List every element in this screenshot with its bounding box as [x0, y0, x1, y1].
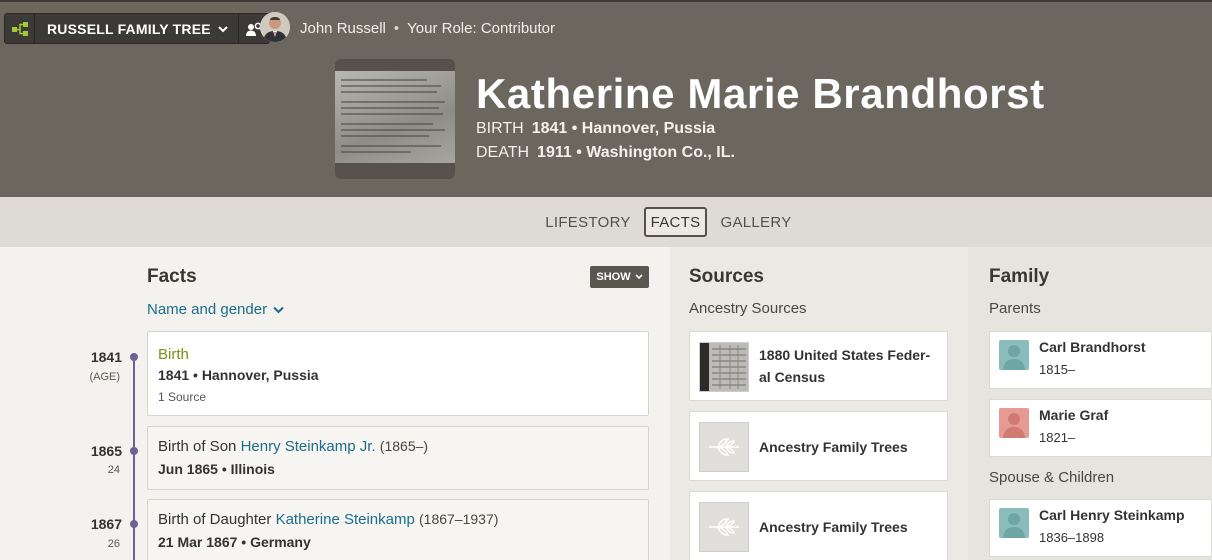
family-card-spouse[interactable]: Carl Henry Steinkamp 1836–1898 — [989, 499, 1212, 557]
census-document-icon — [700, 343, 748, 391]
family-member-dates: 1821– — [1039, 430, 1076, 445]
family-card-mother[interactable]: Marie Graf 1821– — [989, 399, 1212, 457]
source-title-line: 1880 United States Feder- — [759, 347, 931, 363]
person-name: Katherine Marie Brandhorst — [476, 70, 1045, 117]
profile-photo[interactable] — [335, 59, 455, 179]
birth-summary: BIRTH 1841 • Hannover, Pussia — [476, 120, 715, 138]
death-value: 1911 • Washington Co., IL. — [537, 144, 735, 161]
source-card-family-trees[interactable]: Ancestry Family Trees — [689, 491, 948, 560]
death-summary: DEATH 1911 • Washington Co., IL. — [476, 144, 735, 162]
family-card-father[interactable]: Carl Brandhorst 1815– — [989, 331, 1212, 389]
event-age: (AGE) — [89, 371, 120, 383]
ancestry-leaf-thumbnail — [699, 502, 749, 552]
census-thumbnail — [699, 342, 749, 392]
user-avatar[interactable] — [260, 12, 290, 42]
family-tree-icon — [11, 21, 28, 36]
birth-value: 1841 • Hannover, Pussia — [531, 120, 716, 137]
show-label: SHOW — [596, 271, 631, 283]
fact-title-prefix: Birth of Son — [158, 438, 237, 455]
tree-switcher: RUSSELL FAMILY TREE — [4, 13, 270, 44]
facts-heading: Facts — [147, 266, 197, 287]
ancestry-leaf-icon — [709, 438, 739, 456]
user-role: Your Role: Contributor — [407, 20, 556, 37]
chevron-down-icon — [273, 306, 284, 313]
fact-card-birth[interactable]: Birth 1841 • Hannover, Pussia 1 Source — [147, 331, 649, 416]
user-info: John Russell • Your Role: Contributor — [300, 20, 555, 37]
fact-lifespan: (1865–) — [379, 438, 429, 454]
family-member-dates: 1815– — [1039, 362, 1076, 377]
name-and-gender-label: Name and gender — [147, 301, 268, 318]
source-card-census[interactable]: 1880 United States Feder- al Census — [689, 331, 948, 401]
ancestry-leaf-icon — [709, 518, 739, 536]
name-and-gender-toggle[interactable]: Name and gender — [147, 301, 284, 318]
source-card-family-trees[interactable]: Ancestry Family Trees — [689, 411, 948, 481]
source-title: Ancestry Family Trees — [759, 519, 908, 535]
user-name[interactable]: John Russell — [300, 20, 386, 37]
fact-title: Birth of Son Henry Steinkamp Jr. (1865–) — [158, 438, 428, 455]
fact-lifespan: (1867–1937) — [419, 511, 499, 527]
person-link[interactable]: Henry Steinkamp Jr. — [241, 438, 376, 455]
fact-detail: Jun 1865 • Illinois — [158, 461, 275, 477]
profile-tabs: LIFESTORY FACTS GALLERY — [0, 197, 1212, 247]
ancestry-sources-label: Ancestry Sources — [689, 300, 807, 317]
fact-title: Birth — [158, 346, 189, 363]
tree-name-dropdown[interactable]: RUSSELL FAMILY TREE — [35, 14, 239, 43]
female-avatar-icon — [999, 408, 1029, 438]
separator-dot: • — [393, 20, 400, 37]
timeline-dot — [130, 353, 138, 361]
show-button[interactable]: SHOW — [590, 266, 649, 288]
family-member-name: Marie Graf — [1039, 407, 1109, 423]
ancestry-leaf-thumbnail — [699, 422, 749, 472]
family-member-name: Carl Henry Steinkamp — [1039, 507, 1185, 523]
male-avatar-icon — [999, 340, 1029, 370]
fact-card-son-birth[interactable]: Birth of Son Henry Steinkamp Jr. (1865–)… — [147, 426, 649, 490]
tree-name-label: RUSSELL FAMILY TREE — [47, 20, 211, 37]
document-image — [335, 71, 455, 163]
tab-lifestory[interactable]: LIFESTORY — [544, 207, 632, 237]
parents-label: Parents — [989, 300, 1041, 317]
fact-title-prefix: Birth of Daughter — [158, 511, 272, 528]
birth-label: BIRTH — [476, 120, 524, 137]
timeline-line — [133, 355, 135, 560]
fact-title: Birth of Daughter Katherine Steinkamp (1… — [158, 511, 498, 528]
fact-card-daughter-birth[interactable]: Birth of Daughter Katherine Steinkamp (1… — [147, 499, 649, 560]
tab-gallery[interactable]: GALLERY — [720, 207, 792, 237]
spouse-and-children-label: Spouse & Children — [989, 469, 1115, 486]
family-member-name: Carl Brandhorst — [1039, 339, 1146, 355]
user-photo — [260, 12, 290, 42]
source-title: Ancestry Family Trees — [759, 439, 908, 455]
event-age: 26 — [107, 538, 120, 550]
timeline-dot — [130, 520, 138, 528]
event-year: 1867 — [90, 516, 122, 532]
tab-facts[interactable]: FACTS — [644, 207, 707, 237]
profile-header: RUSSELL FAMILY TREE John Russell • Your … — [0, 0, 1212, 197]
person-link[interactable]: Katherine Steinkamp — [276, 511, 415, 528]
source-title-line: al Census — [759, 369, 826, 385]
event-year: 1865 — [90, 443, 122, 459]
sources-heading: Sources — [689, 266, 764, 287]
fact-source-count[interactable]: 1 Source — [158, 390, 206, 404]
death-label: DEATH — [476, 144, 530, 161]
fact-detail: 21 Mar 1867 • Germany — [158, 534, 311, 550]
fact-detail: 1841 • Hannover, Pussia — [158, 367, 319, 383]
family-member-dates: 1836–1898 — [1039, 530, 1105, 545]
male-avatar-icon — [999, 508, 1029, 538]
chevron-down-icon — [218, 25, 228, 32]
family-heading: Family — [989, 266, 1050, 287]
chevron-down-icon — [635, 274, 643, 280]
event-year: 1841 — [90, 349, 122, 365]
tree-view-button[interactable] — [5, 14, 35, 43]
source-title: 1880 United States Feder- al Census — [759, 344, 930, 388]
timeline-dot — [130, 447, 138, 455]
event-age: 24 — [107, 464, 120, 476]
